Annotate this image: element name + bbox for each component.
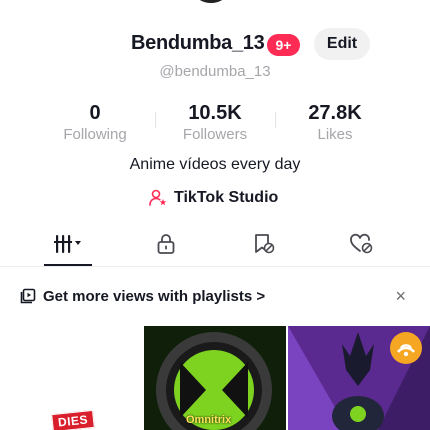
tab-videos[interactable] bbox=[20, 222, 116, 266]
profile-tabs bbox=[0, 222, 430, 268]
profile-bio: Anime vídeos every day bbox=[129, 156, 301, 173]
thumbnail-badge: DIES bbox=[51, 409, 95, 430]
heart-icon bbox=[350, 233, 373, 254]
tabs-divider bbox=[0, 266, 430, 267]
playlist-icon bbox=[20, 288, 36, 304]
notification-badge[interactable]: 9+ bbox=[267, 34, 300, 56]
video-thumbnail[interactable]: DIES bbox=[0, 326, 142, 430]
following-label: Following bbox=[63, 126, 127, 143]
alien-image bbox=[288, 326, 430, 430]
video-thumbnail[interactable]: Omnitrix bbox=[144, 326, 286, 430]
username: Bendumba_13 bbox=[131, 32, 265, 54]
followers-count: 10.5K bbox=[188, 102, 242, 124]
video-grid: DIES Omnitrix bbox=[0, 326, 430, 430]
close-icon[interactable]: × bbox=[395, 285, 406, 307]
edit-profile-button[interactable]: Edit bbox=[314, 28, 370, 60]
video-thumbnail[interactable] bbox=[288, 326, 430, 430]
tab-private[interactable] bbox=[118, 222, 214, 266]
following-stat[interactable]: 0 Following bbox=[35, 102, 155, 146]
user-handle: @bendumba_13 bbox=[0, 63, 430, 80]
playlist-banner-text[interactable]: Get more views with playlists > bbox=[43, 288, 265, 305]
profile-stats: 0 Following 10.5K Followers 27.8K Likes bbox=[0, 102, 430, 144]
likes-stat[interactable]: 27.8K Likes bbox=[275, 102, 395, 146]
following-count: 0 bbox=[89, 102, 101, 124]
followers-label: Followers bbox=[182, 126, 248, 143]
tab-liked[interactable] bbox=[314, 222, 410, 266]
likes-label: Likes bbox=[317, 126, 353, 143]
chevron-down-icon bbox=[75, 241, 81, 245]
bookmark-icon bbox=[255, 234, 275, 254]
avatar[interactable] bbox=[186, 0, 244, 8]
studio-icon bbox=[149, 189, 167, 206]
playlist-promo-banner[interactable]: Get more views with playlists > × bbox=[20, 283, 412, 309]
tab-saved[interactable] bbox=[216, 222, 312, 266]
user-handle-text: @bendumba_13 bbox=[159, 63, 271, 80]
followers-stat[interactable]: 10.5K Followers bbox=[155, 102, 275, 146]
likes-count: 27.8K bbox=[308, 102, 362, 124]
chevron-right-icon: > bbox=[256, 287, 266, 305]
tiktok-studio-link[interactable]: TikTok Studio bbox=[148, 186, 278, 210]
avatar-image bbox=[186, 0, 236, 6]
thumbnail-label: Omnitrix bbox=[186, 414, 232, 426]
grid-icon bbox=[54, 235, 81, 253]
tiktok-studio-label: TikTok Studio bbox=[174, 189, 279, 206]
profile-header: Bendumba_13 9+ Edit bbox=[0, 28, 430, 60]
lock-icon bbox=[157, 234, 175, 254]
